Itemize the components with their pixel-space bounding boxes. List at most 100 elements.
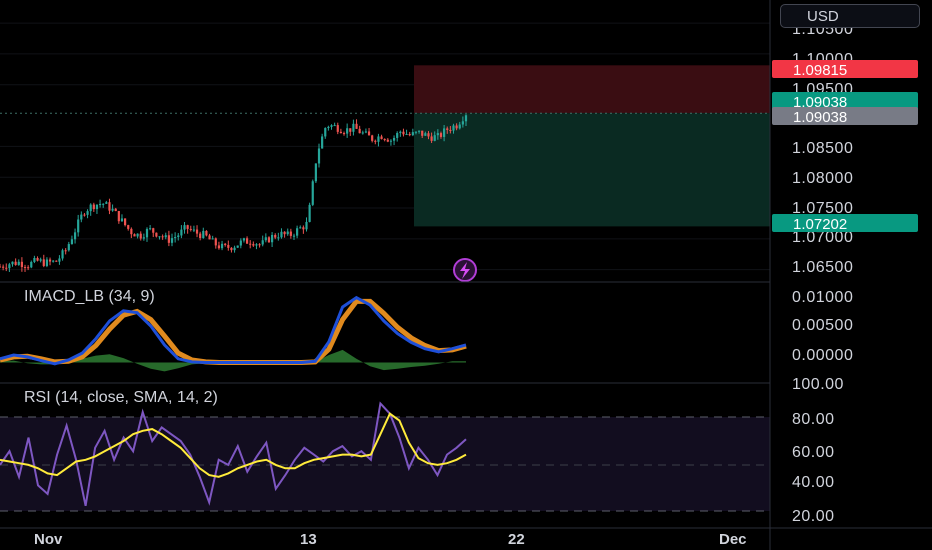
candle-body xyxy=(414,131,418,133)
rsi-tick: 100.00 xyxy=(792,376,844,393)
candle-body xyxy=(270,234,274,243)
candle-body xyxy=(180,229,183,236)
candle-body xyxy=(17,261,20,265)
target-price-tag[interactable]: 1.07202 xyxy=(772,214,918,233)
price-tick: 1.06500 xyxy=(792,259,853,276)
candle-body xyxy=(114,208,117,212)
candle-body xyxy=(211,238,214,240)
candle-body xyxy=(117,211,120,222)
candle-body xyxy=(58,258,61,262)
candle-body xyxy=(145,228,149,238)
candle-body xyxy=(73,232,77,240)
time-tick: 22 xyxy=(508,531,525,548)
candle-body xyxy=(164,235,167,238)
candle-body xyxy=(127,225,130,229)
macd-tick: 0.00000 xyxy=(792,347,853,364)
candle-body xyxy=(402,131,405,135)
candle-body xyxy=(461,121,464,125)
candle-body xyxy=(217,245,221,249)
candle-body xyxy=(233,247,236,251)
candle-body xyxy=(155,232,158,237)
candle-body xyxy=(277,237,280,239)
candle-body xyxy=(230,247,233,251)
current-price-tag[interactable]: 1.09038 xyxy=(772,107,918,126)
candle-body xyxy=(396,133,399,138)
candle-body xyxy=(86,211,89,215)
price-tick: 1.08500 xyxy=(792,140,853,157)
candle-body xyxy=(23,267,27,269)
candle-body xyxy=(92,204,95,210)
candle-body xyxy=(133,234,136,237)
candle-body xyxy=(224,243,227,245)
candle-body xyxy=(296,228,299,236)
candle-body xyxy=(349,128,352,132)
stop-loss-zone[interactable] xyxy=(414,65,770,114)
take-profit-zone[interactable] xyxy=(414,113,770,227)
rsi-tick: 40.00 xyxy=(792,474,835,491)
candle-body xyxy=(249,243,252,245)
lightning-icon[interactable] xyxy=(453,258,477,282)
candle-body xyxy=(346,128,349,134)
candle-body xyxy=(283,231,286,235)
candle-body xyxy=(55,260,58,262)
candle-body xyxy=(158,236,161,238)
candle-body xyxy=(289,231,292,236)
candle-body xyxy=(239,240,242,246)
candle-body xyxy=(305,221,308,230)
candle-body xyxy=(252,244,255,246)
candle-body xyxy=(8,264,11,269)
candle-body xyxy=(417,130,421,132)
candle-body xyxy=(174,237,177,239)
current-price-label: 1.09038 xyxy=(793,109,847,126)
candle-body xyxy=(361,132,364,134)
candle-body xyxy=(446,128,449,130)
candle-body xyxy=(167,235,170,243)
candle-body xyxy=(339,131,342,134)
candle-body xyxy=(89,204,92,212)
candle-body xyxy=(205,230,208,236)
candle-body xyxy=(342,133,346,135)
candle-body xyxy=(108,202,111,211)
candle-body xyxy=(327,126,330,129)
candle-body xyxy=(67,244,70,251)
candle-body xyxy=(186,225,189,229)
target-price-label: 1.07202 xyxy=(793,216,847,233)
candle-body xyxy=(449,129,452,131)
stop-price-tag[interactable]: 1.09815 xyxy=(772,60,918,79)
candle-body xyxy=(458,124,461,129)
candle-body xyxy=(411,132,414,136)
candle-body xyxy=(258,244,261,246)
candle-body xyxy=(302,227,305,230)
candle-body xyxy=(39,259,42,261)
candle-body xyxy=(0,266,2,268)
candle-body xyxy=(2,266,5,268)
candle-body xyxy=(430,136,433,141)
candle-body xyxy=(355,123,358,129)
currency-selector-button[interactable]: USD xyxy=(780,4,920,28)
candle-body xyxy=(120,218,124,222)
candle-body xyxy=(27,267,30,269)
candle-body xyxy=(464,115,468,122)
candle-body xyxy=(261,240,264,245)
candle-body xyxy=(336,125,339,132)
time-tick: Nov xyxy=(34,531,63,548)
macd-tick: 0.01000 xyxy=(792,289,853,306)
chart-canvas[interactable]: 1.10500 1.10000 1.09500 1.08500 1.08000 … xyxy=(0,0,932,550)
candle-body xyxy=(324,128,327,137)
candle-body xyxy=(61,250,64,259)
candle-body xyxy=(152,228,155,233)
candle-body xyxy=(280,231,283,238)
candle-body xyxy=(405,133,408,135)
candle-body xyxy=(427,133,430,137)
price-tick: 1.08000 xyxy=(792,170,853,187)
candle-body xyxy=(183,225,186,230)
candle-body xyxy=(170,238,174,243)
candle-body xyxy=(255,244,258,246)
candle-body xyxy=(455,125,458,129)
macd-title[interactable]: IMACD_LB (34, 9) xyxy=(24,288,155,305)
candle-body xyxy=(364,131,368,133)
candle-body xyxy=(236,245,239,248)
candle-body xyxy=(130,228,133,235)
rsi-title[interactable]: RSI (14, close, SMA, 14, 2) xyxy=(24,389,218,406)
candle-body xyxy=(386,139,389,142)
